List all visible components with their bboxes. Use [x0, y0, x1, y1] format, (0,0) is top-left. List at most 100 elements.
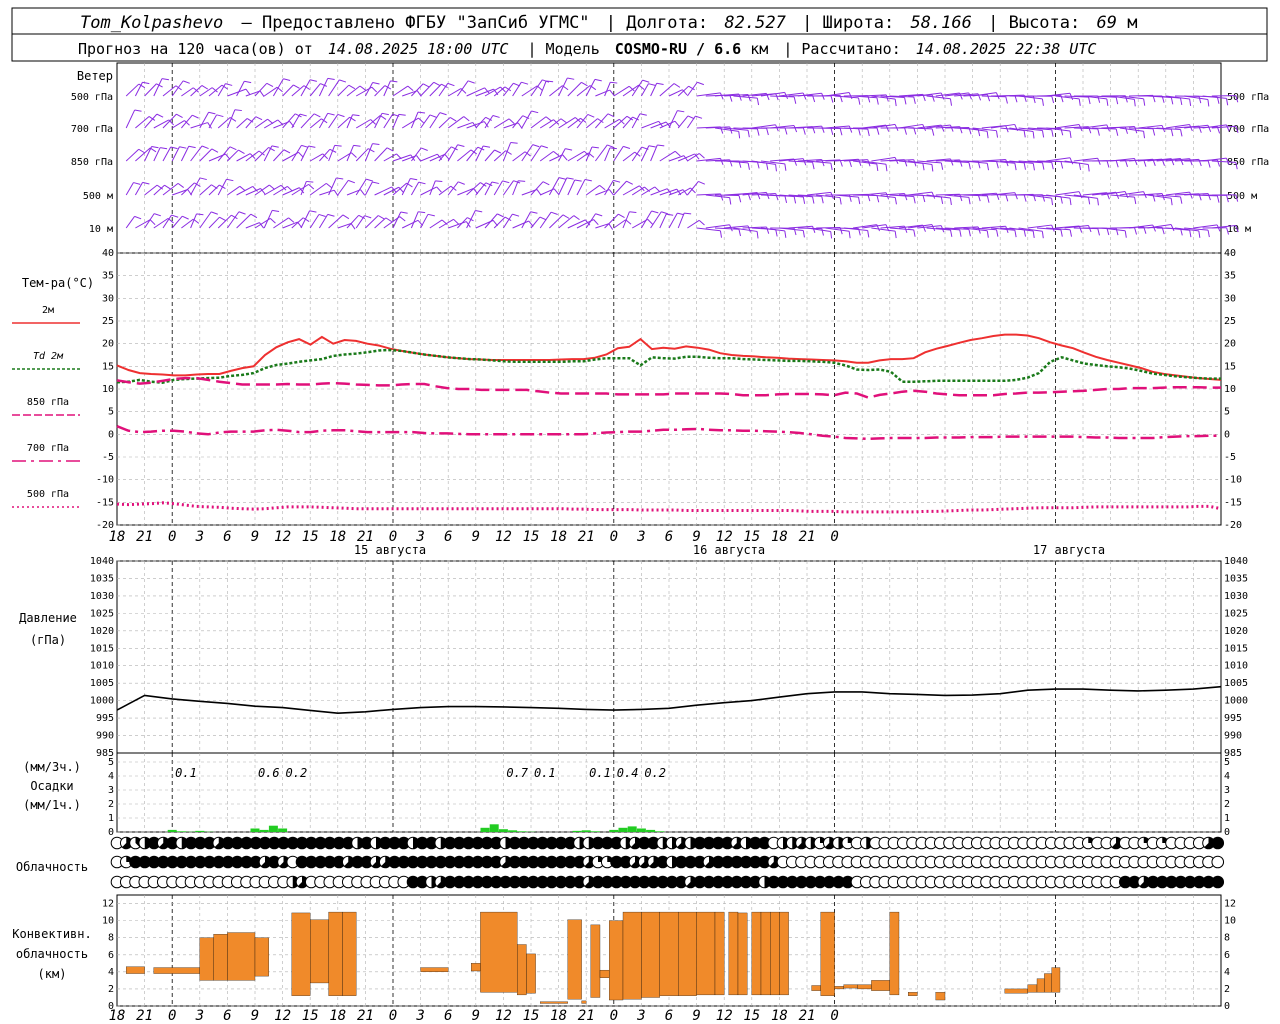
conv-bar [1027, 984, 1038, 993]
wind-barb-feather [458, 181, 465, 185]
wind-barb-shaft [171, 80, 184, 97]
wind-barb-feather [848, 231, 851, 239]
y-tick-label-right: 10 [1224, 916, 1236, 927]
y-tick-label-left: 12 [102, 899, 114, 910]
wind-barb-feather [1041, 231, 1044, 239]
precip-bar [517, 831, 527, 832]
wind-barb-feather [775, 93, 779, 101]
wind-barb-feather [684, 212, 692, 215]
wind-barb-feather [211, 148, 219, 153]
wind-barb-feather [1180, 196, 1183, 204]
wind-barb-shaft [263, 86, 278, 97]
wind-barb-feather [182, 80, 190, 84]
wind-barb-feather [371, 86, 378, 93]
wind-barb-feather [904, 97, 907, 105]
wind-barb-feather [1207, 193, 1211, 201]
wind-barb-feather [562, 154, 568, 161]
wind-barb-feather [922, 163, 925, 171]
precip-bar [618, 827, 628, 832]
wind-barb-feather [677, 110, 685, 113]
wind-barb-feather [931, 94, 935, 102]
wind-barb-feather [986, 195, 990, 203]
wind-barb-feather [542, 181, 550, 186]
wind-barb-feather [573, 215, 580, 221]
wind-barb-shaft [558, 177, 568, 196]
wind-barb-feather [1198, 230, 1201, 238]
wind-barb-feather [608, 189, 614, 196]
wind-barb-feather [201, 145, 209, 150]
wind-barb-feather [418, 117, 424, 124]
x-tick-label-bottom: 3 [415, 1008, 424, 1024]
legend-label: 700 гПа [27, 443, 69, 454]
wind-barb-shaft [908, 191, 933, 196]
wind-barb-feather [599, 184, 606, 191]
wind-barb-feather [453, 218, 459, 225]
wind-barb-feather [372, 181, 380, 185]
wind-barb-feather [385, 217, 393, 223]
x-tick-label-bottom: 18 [771, 1008, 788, 1024]
wind-barb-feather [1152, 224, 1156, 232]
cloud-cover-symbols [110, 836, 1225, 889]
precip-unit3: (мм/3ч.) [23, 760, 81, 774]
wind-barb-feather [698, 153, 705, 159]
x-tick-label: 12 [495, 529, 512, 545]
x-tick-label-bottom: 9 [251, 1008, 259, 1024]
wind-barb-feather [996, 229, 999, 237]
wind-barb-feather [532, 144, 540, 148]
wind-barb-feather [1133, 99, 1136, 107]
wind-barb-shaft [613, 85, 630, 97]
wind-barb-feather [1014, 192, 1018, 200]
y-tick-label-left: 10 [102, 916, 114, 927]
wind-barb-shaft [383, 186, 399, 196]
wind-barb-shaft [364, 143, 373, 162]
wind-barb-feather [821, 196, 824, 204]
x-tick-label: 12 [274, 529, 291, 545]
wind-barb-shaft [668, 155, 685, 162]
wind-barb-feather [216, 114, 224, 118]
wind-barb-shaft [659, 213, 667, 229]
wind-barb-feather [904, 127, 907, 135]
wind-barb-feather [858, 197, 861, 205]
y-tick-label-left: 10 [102, 384, 114, 395]
y-tick-label-right: -15 [1224, 497, 1242, 508]
wind-barb-feather [1014, 163, 1017, 171]
wind-barb-shaft [484, 149, 495, 162]
wind-barb-shaft [622, 84, 640, 97]
wind-barb-shaft [567, 179, 576, 196]
wind-barb-feather [698, 219, 705, 226]
wind-barb-shaft [1027, 224, 1052, 229]
precip-bar [590, 831, 600, 832]
wind-barb-shaft [457, 121, 473, 129]
wind-barb-feather [618, 213, 625, 219]
x-tick-label-bottom: 12 [274, 1008, 291, 1024]
wind-barb-feather [565, 148, 573, 151]
wind-barb-feather [192, 114, 199, 119]
wind-level-label-left: 850 гПа [71, 157, 113, 168]
pressure-title: Давление [19, 611, 77, 625]
wind-barb-shaft [668, 110, 678, 129]
wind-barb-shaft [410, 181, 420, 196]
wind-barb-shaft [328, 145, 336, 162]
y-tick-label-left: 1 [108, 813, 114, 824]
wind-barb-feather [208, 111, 216, 115]
wind-barb-feather [352, 114, 360, 117]
y-tick-label-right: 25 [1224, 316, 1236, 327]
wind-barb-feather [1207, 160, 1211, 168]
wind-barb-feather [784, 127, 788, 135]
wind-barb-feather [283, 149, 291, 154]
wind-barb-feather [433, 81, 441, 87]
y-tick-label-left: 40 [102, 248, 114, 259]
wind-barb-feather [1097, 228, 1100, 236]
wind-barb-shaft [631, 113, 641, 129]
wind-barb-shaft [686, 81, 698, 97]
wind-barb-feather [593, 219, 599, 225]
wind-barb-shaft [1138, 124, 1163, 129]
y-tick-label-left: 0 [108, 429, 114, 440]
base-time: 14.08.2025 18:00 UTC [328, 40, 509, 58]
y-tick-label-left: 990 [96, 731, 114, 742]
calc-label: | Рассчитано: [783, 40, 900, 58]
wind-barb-shaft [153, 78, 163, 97]
wind-barb-shaft [457, 187, 474, 196]
conv-bar [517, 944, 527, 996]
wind-barb-feather [756, 97, 760, 106]
